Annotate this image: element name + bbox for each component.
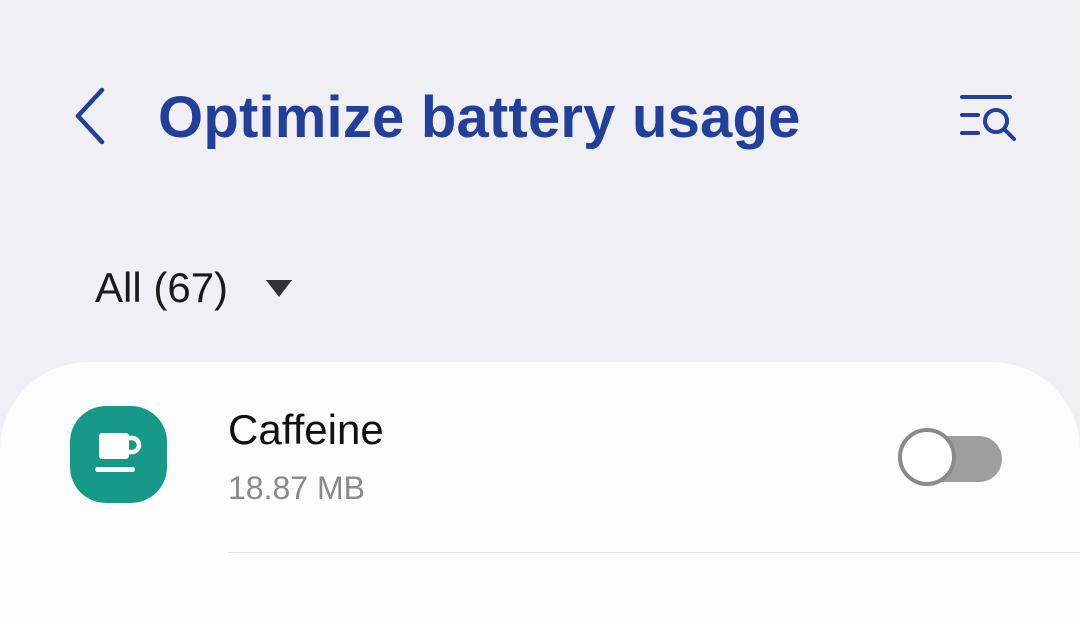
list-item[interactable]: Caffeine 18.87 MB [0, 362, 1080, 553]
app-size: 18.87 MB [228, 470, 365, 506]
app-name: Caffeine [228, 406, 384, 453]
coffee-cup-icon [94, 432, 141, 472]
filter-search-icon [960, 95, 1016, 141]
filter-dropdown[interactable]: All (67) [95, 258, 293, 318]
filter-search-button[interactable] [948, 84, 1030, 150]
caret-down-icon [266, 279, 293, 297]
page-title: Optimize battery usage [158, 85, 801, 150]
back-button[interactable] [62, 80, 118, 152]
app-icon [70, 406, 167, 503]
filter-label: All (67) [95, 264, 229, 311]
optimize-toggle[interactable] [898, 428, 1004, 486]
app-list-card: Caffeine 18.87 MB [0, 362, 1080, 622]
chevron-left-icon [75, 87, 105, 145]
toggle-knob [898, 428, 956, 486]
